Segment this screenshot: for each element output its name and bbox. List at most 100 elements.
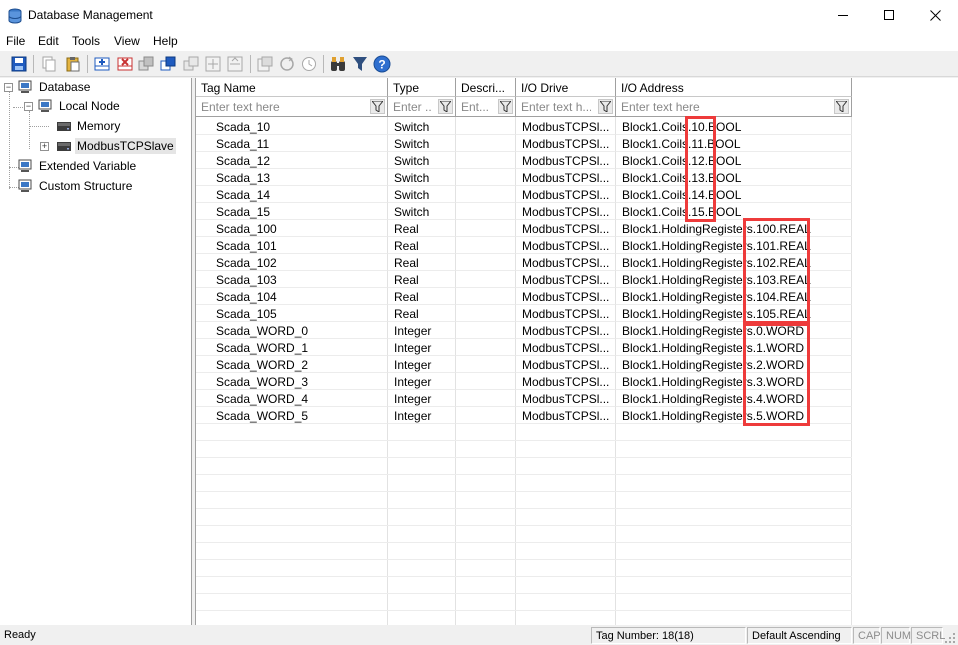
cell-io-drive[interactable]: ModbusTCPSl... (516, 203, 616, 220)
cell-io-address[interactable]: Block1.HoldingRegisters.101.REAL (616, 237, 852, 254)
cell-io-address[interactable]: Block1.Coils.12.BOOL (616, 152, 852, 169)
filter-tag-name-button[interactable] (370, 99, 385, 114)
column-header-type[interactable]: Type (388, 78, 456, 97)
table-row[interactable]: Scada_13 Switch ModbusTCPSl... Block1.Coils… (196, 169, 852, 186)
cell-io-address[interactable]: Block1.Coils.15.BOOL (616, 203, 852, 220)
cell-tag-name[interactable]: Scada_12 (196, 152, 388, 169)
cell-description[interactable] (456, 356, 516, 373)
cell-type[interactable]: Switch (388, 203, 456, 220)
menu-edit[interactable]: Edit (38, 34, 59, 48)
filter-input-type[interactable] (389, 98, 435, 115)
cell-io-drive[interactable]: ModbusTCPSl... (516, 254, 616, 271)
table-row[interactable]: Scada_11 Switch ModbusTCPSl... Block1.Coils… (196, 135, 852, 152)
filter-input-io-drive[interactable] (517, 98, 595, 115)
export-button[interactable] (255, 54, 275, 74)
filter-description-button[interactable] (498, 99, 513, 114)
cell-io-drive[interactable]: ModbusTCPSl... (516, 339, 616, 356)
cell-description[interactable] (456, 237, 516, 254)
cell-io-drive[interactable]: ModbusTCPSl... (516, 152, 616, 169)
cell-type[interactable]: Switch (388, 169, 456, 186)
cell-description[interactable] (456, 118, 516, 135)
filter-input-io-address[interactable] (617, 98, 831, 115)
cell-description[interactable] (456, 322, 516, 339)
filter-button[interactable] (350, 54, 370, 74)
cell-type[interactable]: Real (388, 305, 456, 322)
cell-type[interactable]: Integer (388, 390, 456, 407)
cell-description[interactable] (456, 339, 516, 356)
tree-node-modbus-tcp-slave[interactable]: ModbusTCPSlave (56, 137, 176, 155)
cell-io-drive[interactable]: ModbusTCPSl... (516, 288, 616, 305)
cell-io-drive[interactable]: ModbusTCPSl... (516, 169, 616, 186)
cell-description[interactable] (456, 152, 516, 169)
move-down-button[interactable] (225, 54, 245, 74)
filter-input-tag-name[interactable] (197, 98, 367, 115)
cell-description[interactable] (456, 254, 516, 271)
filter-io-drive-button[interactable] (598, 99, 613, 114)
menu-view[interactable]: View (114, 34, 140, 48)
history-button[interactable] (299, 54, 319, 74)
cell-type[interactable]: Switch (388, 186, 456, 203)
column-header-io-address[interactable]: I/O Address (616, 78, 852, 97)
cell-tag-name[interactable]: Scada_WORD_3 (196, 373, 388, 390)
refresh-button[interactable] (277, 54, 297, 74)
insert-button[interactable] (203, 54, 223, 74)
filter-io-address-button[interactable] (834, 99, 849, 114)
cell-io-address[interactable]: Block1.HoldingRegisters.5.WORD (616, 407, 852, 424)
cell-io-address[interactable]: Block1.HoldingRegisters.102.REAL (616, 254, 852, 271)
cell-type[interactable]: Switch (388, 152, 456, 169)
table-row[interactable]: Scada_12 Switch ModbusTCPSl... Block1.Coils… (196, 152, 852, 169)
cell-tag-name[interactable]: Scada_WORD_0 (196, 322, 388, 339)
cell-description[interactable] (456, 186, 516, 203)
cell-io-address[interactable]: Block1.Coils.13.BOOL (616, 169, 852, 186)
minimize-button[interactable] (820, 0, 866, 31)
cell-tag-name[interactable]: Scada_14 (196, 186, 388, 203)
cell-io-drive[interactable]: ModbusTCPSl... (516, 373, 616, 390)
cell-type[interactable]: Integer (388, 322, 456, 339)
cell-description[interactable] (456, 135, 516, 152)
cell-tag-name[interactable]: Scada_WORD_5 (196, 407, 388, 424)
cell-io-drive[interactable]: ModbusTCPSl... (516, 118, 616, 135)
paste-button[interactable] (63, 54, 83, 74)
cell-io-address[interactable]: Block1.HoldingRegisters.100.REAL (616, 220, 852, 237)
cell-io-drive[interactable]: ModbusTCPSl... (516, 390, 616, 407)
cell-tag-name[interactable]: Scada_10 (196, 118, 388, 135)
move-up-button[interactable] (181, 54, 201, 74)
cell-description[interactable] (456, 373, 516, 390)
cell-io-address[interactable]: Block1.Coils.11.BOOL (616, 135, 852, 152)
resize-grip-icon[interactable] (945, 633, 956, 644)
cell-tag-name[interactable]: Scada_102 (196, 254, 388, 271)
cell-io-address[interactable]: Block1.HoldingRegisters.104.REAL (616, 288, 852, 305)
new-tag-button[interactable] (158, 54, 178, 74)
database-collapse-toggle[interactable]: − (4, 83, 13, 92)
cell-description[interactable] (456, 203, 516, 220)
cell-io-address[interactable]: Block1.HoldingRegisters.4.WORD (616, 390, 852, 407)
cell-tag-name[interactable]: Scada_WORD_2 (196, 356, 388, 373)
cell-io-drive[interactable]: ModbusTCPSl... (516, 356, 616, 373)
close-button[interactable] (912, 0, 958, 31)
table-row[interactable]: Scada_14 Switch ModbusTCPSl... Block1.Coils… (196, 186, 852, 203)
cell-io-drive[interactable]: ModbusTCPSl... (516, 186, 616, 203)
menu-file[interactable]: File (6, 34, 25, 48)
cell-tag-name[interactable]: Scada_11 (196, 135, 388, 152)
cell-description[interactable] (456, 407, 516, 424)
help-button[interactable]: ? (372, 54, 392, 74)
cell-io-address[interactable]: Block1.Coils.10.BOOL (616, 118, 852, 135)
cell-type[interactable]: Integer (388, 407, 456, 424)
cell-type[interactable]: Real (388, 237, 456, 254)
cell-tag-name[interactable]: Scada_105 (196, 305, 388, 322)
save-button[interactable] (9, 54, 29, 74)
cell-type[interactable]: Real (388, 271, 456, 288)
maximize-button[interactable] (866, 0, 912, 31)
cell-tag-name[interactable]: Scada_103 (196, 271, 388, 288)
menu-help[interactable]: Help (153, 34, 178, 48)
cell-tag-name[interactable]: Scada_101 (196, 237, 388, 254)
copy-button[interactable] (39, 54, 59, 74)
column-header-tag-name[interactable]: Tag Name (196, 78, 388, 97)
cell-type[interactable]: Integer (388, 339, 456, 356)
delete-tag-button[interactable] (115, 54, 135, 74)
cell-io-address[interactable]: Block1.HoldingRegisters.103.REAL (616, 271, 852, 288)
cell-description[interactable] (456, 169, 516, 186)
cell-type[interactable]: Real (388, 220, 456, 237)
cell-io-address[interactable]: Block1.HoldingRegisters.105.REAL (616, 305, 852, 322)
menu-tools[interactable]: Tools (72, 34, 100, 48)
